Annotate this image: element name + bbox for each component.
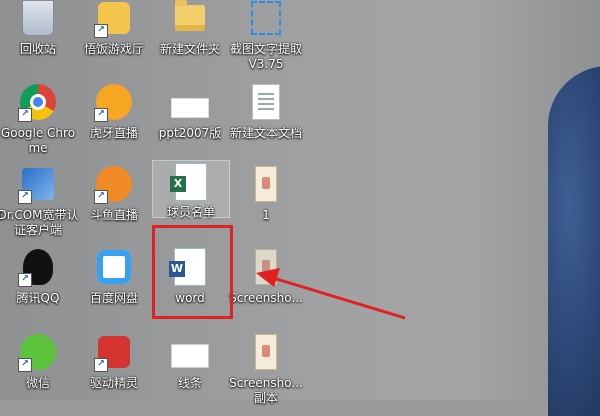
pointer-arrow-icon (256, 268, 406, 320)
